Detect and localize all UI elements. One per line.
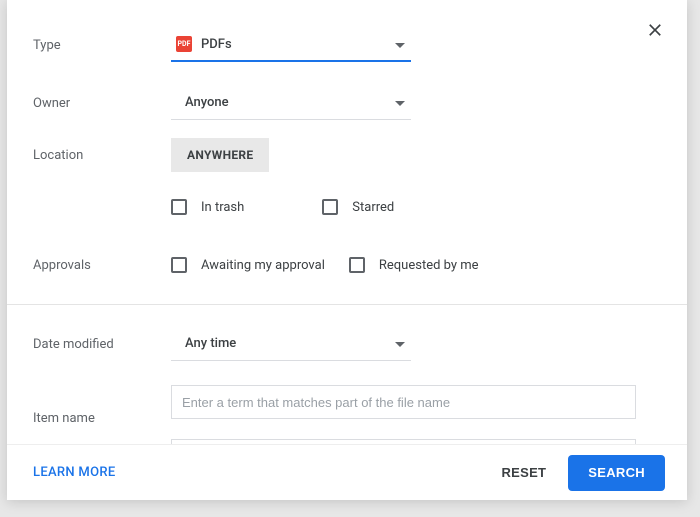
checkbox-icon [171,257,187,273]
checkbox-label-starred: Starred [352,200,394,215]
label-approvals: Approvals [33,258,171,273]
row-location-filters: In trash Starred [33,190,661,224]
search-button[interactable]: SEARCH [568,455,665,491]
checkbox-icon [349,257,365,273]
type-dropdown[interactable]: PDF PDFs [171,28,411,62]
label-item-name: Item name [33,411,171,426]
label-owner: Owner [33,96,171,111]
advanced-search-dialog: Type PDF PDFs Owner Anyone [7,0,687,500]
checkbox-starred[interactable]: Starred [322,199,394,215]
checkbox-icon [171,199,187,215]
checkbox-in-trash[interactable]: In trash [171,199,244,215]
checkbox-label-in-trash: In trash [201,200,244,215]
label-date-modified: Date modified [33,337,171,352]
row-owner: Owner Anyone [33,86,661,120]
checkbox-awaiting-approval[interactable]: Awaiting my approval [171,257,325,273]
row-type: Type PDF PDFs [33,28,661,62]
date-modified-dropdown[interactable]: Any time [171,327,411,361]
checkbox-label-requested: Requested by me [379,258,479,273]
location-chip[interactable]: ANYWHERE [171,138,269,172]
row-location: Location ANYWHERE [33,138,661,172]
close-icon [645,20,665,40]
divider [7,304,687,305]
row-date-modified: Date modified Any time [33,327,661,361]
type-value: PDFs [201,37,395,52]
chevron-down-icon [395,95,405,110]
item-name-input[interactable] [171,385,636,419]
date-modified-value: Any time [175,336,395,351]
owner-value: Anyone [175,95,395,110]
close-button[interactable] [645,20,665,40]
owner-dropdown[interactable]: Anyone [171,86,411,120]
row-item-name: Item name [33,385,661,451]
learn-more-link[interactable]: LEARN MORE [33,465,115,480]
label-type: Type [33,38,171,53]
chevron-down-icon [395,37,405,52]
checkbox-icon [322,199,338,215]
dialog-footer: LEARN MORE RESET SEARCH [7,444,687,500]
location-chip-text: ANYWHERE [187,148,253,162]
row-approvals: Approvals Awaiting my approval Requested… [33,248,661,282]
label-location: Location [33,148,171,163]
checkbox-requested-by-me[interactable]: Requested by me [349,257,479,273]
reset-button[interactable]: RESET [487,455,560,491]
checkbox-label-awaiting: Awaiting my approval [201,258,325,273]
pdf-icon: PDF [175,35,193,53]
chevron-down-icon [395,336,405,351]
